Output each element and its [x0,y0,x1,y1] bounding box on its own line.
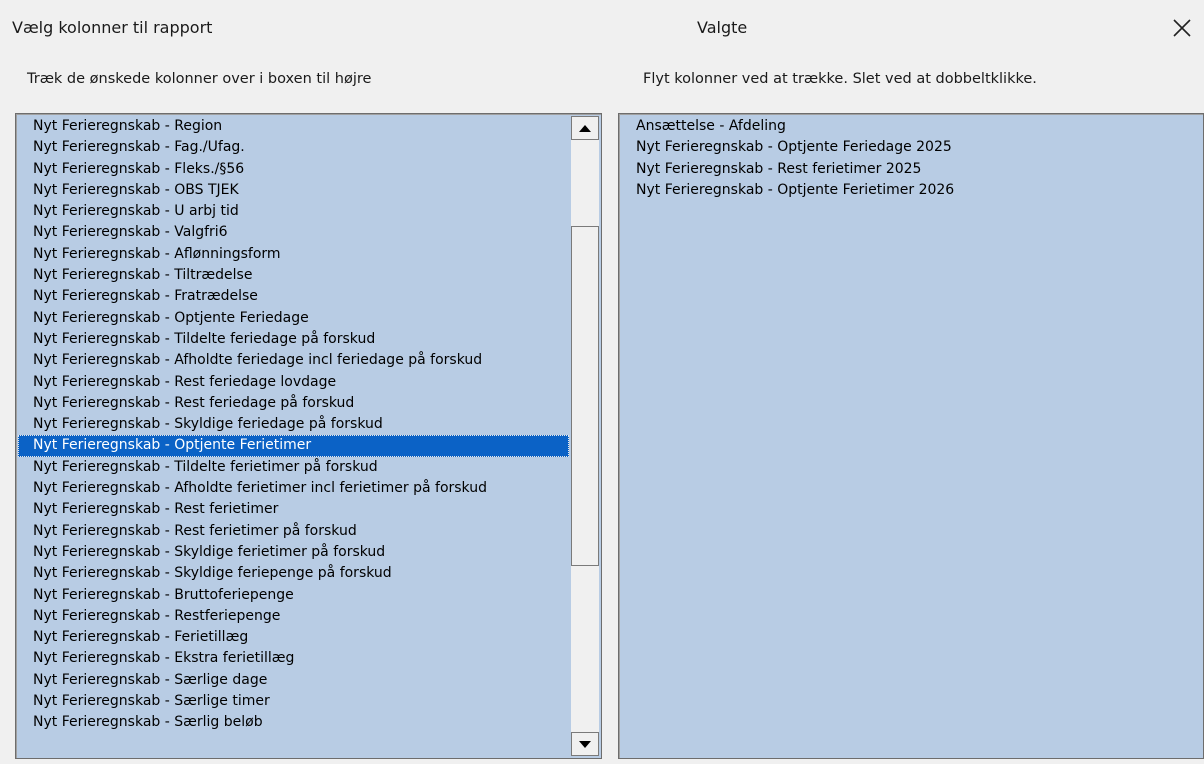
title-selected-columns: Valgte [697,18,748,37]
scroll-down-button[interactable] [571,732,599,756]
selected-columns-list: Ansættelse - Afdeling Nyt Ferieregnskab -… [621,116,1201,201]
scroll-up-button[interactable] [571,116,599,140]
right-hint: Flyt kolonner ved at trække. Slet ved at… [643,71,1037,87]
available-column-item[interactable]: Nyt Ferieregnskab - Rest ferietimer på f… [18,521,569,542]
available-column-item[interactable]: Nyt Ferieregnskab - Tildelte feriedage p… [18,329,569,350]
available-column-item[interactable]: Nyt Ferieregnskab - Tiltrædelse [18,265,569,286]
available-column-item[interactable]: Nyt Ferieregnskab - Rest ferietimer [18,499,569,520]
available-column-item[interactable]: Nyt Ferieregnskab - U arbj tid [18,201,569,222]
available-column-item[interactable]: Nyt Ferieregnskab - Skyldige feriedage p… [18,414,569,435]
available-column-item[interactable]: Nyt Ferieregnskab - Afholdte ferietimer … [18,478,569,499]
selected-column-item[interactable]: Ansættelse - Afdeling [621,116,1201,137]
vertical-scrollbar[interactable] [571,116,599,756]
available-column-item[interactable]: Nyt Ferieregnskab - Afholdte feriedage i… [18,350,569,371]
available-columns-list: Nyt Ferieregnskab - Region Nyt Ferieregns… [18,116,569,734]
available-column-item[interactable]: Nyt Ferieregnskab - Særlige dage [18,670,569,691]
selected-columns-listbox[interactable]: Ansættelse - Afdeling Nyt Ferieregnskab -… [618,113,1204,759]
available-column-item[interactable]: Nyt Ferieregnskab - Fleks./§56 [18,159,569,180]
available-column-item[interactable]: Nyt Ferieregnskab - Skyldige feriepenge … [18,563,569,584]
selected-column-item[interactable]: Nyt Ferieregnskab - Optjente Feriedage 2… [621,137,1201,158]
available-column-item[interactable]: Nyt Ferieregnskab - Region [18,116,569,137]
close-icon[interactable] [1170,16,1194,40]
available-column-item[interactable]: Nyt Ferieregnskab - Restferiepenge [18,606,569,627]
available-column-item[interactable]: Nyt Ferieregnskab - Fag./Ufag. [18,137,569,158]
available-column-item[interactable]: Nyt Ferieregnskab - Ekstra ferietillæg [18,648,569,669]
available-column-item[interactable]: Nyt Ferieregnskab - Optjente Ferietimer [18,435,569,457]
selected-column-item[interactable]: Nyt Ferieregnskab - Rest ferietimer 2025 [621,159,1201,180]
available-column-item[interactable]: Nyt Ferieregnskab - OBS TJEK [18,180,569,201]
available-column-item[interactable]: Nyt Ferieregnskab - Valgfri6 [18,222,569,243]
available-column-item[interactable]: Nyt Ferieregnskab - Optjente Feriedage [18,308,569,329]
arrow-down-icon [579,740,591,748]
available-column-item[interactable]: Nyt Ferieregnskab - Tildelte ferietimer … [18,457,569,478]
selected-column-item[interactable]: Nyt Ferieregnskab - Optjente Ferietimer … [621,180,1201,201]
scroll-thumb[interactable] [571,226,599,566]
left-hint: Træk de ønskede kolonner over i boxen ti… [27,71,372,87]
available-column-item[interactable]: Nyt Ferieregnskab - Skyldige ferietimer … [18,542,569,563]
available-column-item[interactable]: Nyt Ferieregnskab - Aflønningsform [18,244,569,265]
available-column-item[interactable]: Nyt Ferieregnskab - Rest feriedage lovda… [18,372,569,393]
available-column-item[interactable]: Nyt Ferieregnskab - Særlige timer [18,691,569,712]
available-column-item[interactable]: Nyt Ferieregnskab - Bruttoferiepenge [18,585,569,606]
available-column-item[interactable]: Nyt Ferieregnskab - Særlig beløb [18,712,569,733]
available-columns-listbox[interactable]: Nyt Ferieregnskab - Region Nyt Ferieregns… [15,113,602,759]
available-column-item[interactable]: Nyt Ferieregnskab - Rest feriedage på fo… [18,393,569,414]
arrow-up-icon [579,124,591,132]
available-column-item[interactable]: Nyt Ferieregnskab - Ferietillæg [18,627,569,648]
available-column-item[interactable]: Nyt Ferieregnskab - Fratrædelse [18,286,569,307]
title-available-columns: Vælg kolonner til rapport [12,18,213,37]
